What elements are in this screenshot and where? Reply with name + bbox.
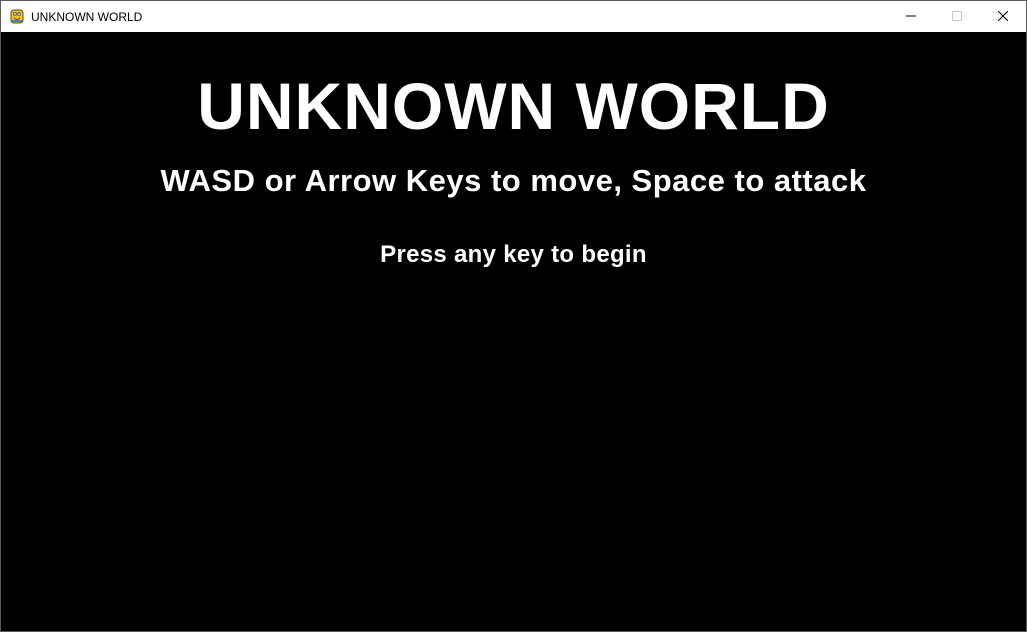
title-bar[interactable]: UNKNOWN WORLD [1,1,1026,32]
minimize-icon [906,8,916,26]
controls-instructions: WASD or Arrow Keys to move, Space to att… [160,163,867,198]
start-prompt: Press any key to begin [380,241,647,268]
close-button[interactable] [980,1,1026,32]
pygame-snake-icon [9,8,25,24]
maximize-icon [952,8,962,26]
minimize-button[interactable] [888,1,934,32]
game-title: UNKNOWN WORLD [197,69,830,143]
close-icon [997,8,1009,26]
maximize-button[interactable] [934,1,980,32]
app-window: UNKNOWN WORLD UNKNOWN WORLD WASD or Arro… [0,0,1027,632]
window-title: UNKNOWN WORLD [31,10,143,24]
game-canvas[interactable]: UNKNOWN WORLD WASD or Arrow Keys to move… [1,32,1026,631]
